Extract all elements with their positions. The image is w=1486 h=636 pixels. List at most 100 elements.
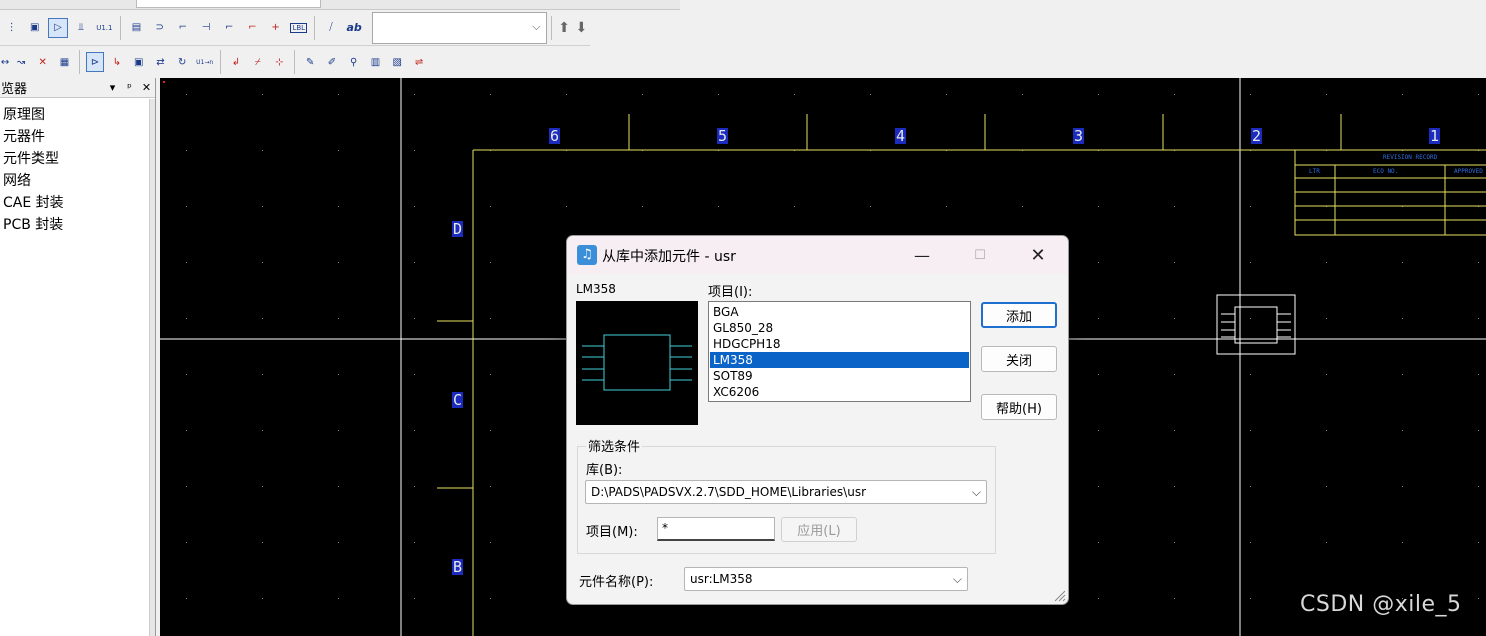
add-button[interactable]: 添加 <box>981 302 1057 328</box>
add-part-icon[interactable]: ⊳ <box>86 52 104 72</box>
select-all-icon[interactable]: ▤ <box>127 18 146 38</box>
library-select[interactable]: D:\PADS\PADSVX.2.7\SDD_HOME\Libraries\us… <box>585 480 987 504</box>
library-select-value: D:\PADS\PADSVX.2.7\SDD_HOME\Libraries\us… <box>591 485 867 499</box>
list-item-sot89[interactable]: SOT89 <box>710 368 969 384</box>
toolbar-separator <box>550 15 552 40</box>
ab-text-icon[interactable]: ab <box>345 18 364 38</box>
u1-label-icon[interactable]: U1.1 <box>95 18 114 38</box>
tree-item-cae-decals[interactable]: CAE 封装 <box>0 192 155 214</box>
part-preview <box>576 301 698 425</box>
revision-col-ltr: LTR <box>1309 168 1320 175</box>
toolbar-separator <box>294 50 296 74</box>
items-label: 项目(I): <box>708 285 753 300</box>
tree-item-part-types[interactable]: 元件类型 <box>0 148 155 170</box>
list-item-xc6206[interactable]: XC6206 <box>710 384 969 400</box>
arrow-up-icon[interactable]: ⬆ <box>556 18 573 38</box>
properties-icon[interactable]: ▦ <box>56 52 74 72</box>
table-icon[interactable]: ▥ <box>367 52 385 72</box>
revision-col-eco: ECO NO. <box>1373 168 1399 175</box>
add-wire-icon[interactable]: ↳ <box>108 52 126 72</box>
u1-label-text: U1.1 <box>96 23 113 32</box>
move-icon[interactable]: ↔ <box>0 52 10 72</box>
u1n-text: U1→n <box>196 58 214 66</box>
delete-icon[interactable]: ✕ <box>34 52 52 72</box>
list-item-bga[interactable]: BGA <box>710 304 969 320</box>
bus-icon[interactable]: ⫫ <box>72 18 91 38</box>
watermark: CSDN @xile_5 <box>1300 592 1462 617</box>
items-list[interactable]: BGA GL850_28 HDGCPH18 LM358 SOT89 XC6206 <box>708 301 971 402</box>
list-item-lm358[interactable]: LM358 <box>710 352 969 368</box>
help-button[interactable]: 帮助(H) <box>981 394 1057 420</box>
apply-button[interactable]: 应用(L) <box>781 517 857 542</box>
chevron-down-icon: ⌵ <box>532 19 541 33</box>
text-icon[interactable]: ⧸ <box>321 18 340 38</box>
origin-marker <box>163 81 165 83</box>
part-name-select[interactable]: usr:LM358 ⌵ <box>684 567 968 591</box>
zone-row-d: D <box>452 220 464 238</box>
zone-column-4: 4 <box>895 127 907 145</box>
layer-combo[interactable]: ⌵ <box>371 11 547 44</box>
library-icon: ♫ <box>577 245 597 265</box>
chevron-down-icon: ⌵ <box>952 572 962 586</box>
list-item-hdgcph18[interactable]: HDGCPH18 <box>710 336 969 352</box>
tree-item-components[interactable]: 元器件 <box>0 126 155 148</box>
top-menu-strip <box>0 0 680 10</box>
pin-icon[interactable]: ᵖ <box>121 81 138 94</box>
gate-icon[interactable]: ▷ <box>48 17 68 38</box>
schematic-toolbar: ⋮ ▣ ▷ ⫫ U1.1 ▤ ⊃ ⌐ ⊣ ⌐ ⌐ + LBL ⧸ ab ⌵ ⬆ … <box>0 10 590 46</box>
connector-icon[interactable]: ⊃ <box>150 18 169 38</box>
lbl-icon[interactable]: LBL <box>289 18 308 38</box>
minimize-icon[interactable]: — <box>905 242 939 268</box>
zone-row-b: B <box>452 558 464 576</box>
add-ground-icon[interactable]: ⊹ <box>271 52 289 72</box>
edit-toolbar: ↔ ↝ ✕ ▦ ⊳ ↳ ▣ ⇄ ↻ U1→n ↲ ⌿ ⊹ ✎ ✐ ⚲ ▥ ▧ ⇌ <box>0 48 430 76</box>
project-browser-title: 览器 <box>1 82 28 97</box>
query-icon[interactable]: ✎ <box>301 52 319 72</box>
revision-col-approved: APPROVED <box>1454 168 1483 175</box>
pin-icon[interactable]: + <box>266 18 285 38</box>
netlabel-icon[interactable]: ⌐ <box>220 18 239 38</box>
item-filter-label: 项目(M): <box>586 525 638 540</box>
add-connector-icon[interactable]: ↲ <box>227 52 245 72</box>
panel-scrollbar[interactable] <box>149 99 155 636</box>
add-power-icon[interactable]: ⌿ <box>249 52 267 72</box>
dialog-titlebar[interactable]: ♫ 从库中添加元件 - usr — ☐ ✕ <box>567 236 1068 274</box>
close-icon[interactable]: ✕ <box>138 81 155 94</box>
power-icon[interactable]: ⌐ <box>243 18 262 38</box>
filter-icon[interactable]: ⚲ <box>345 52 363 72</box>
zone-column-5: 5 <box>717 127 729 145</box>
close-button[interactable]: 关闭 <box>981 346 1057 372</box>
part-name-value: usr:LM358 <box>690 572 753 586</box>
swap-icon[interactable]: ⇄ <box>152 52 170 72</box>
list-item-gl850[interactable]: GL850_28 <box>710 320 969 336</box>
project-browser-header: 览器 ▾ ᵖ ✕ <box>0 78 155 98</box>
component-icon[interactable]: ▣ <box>25 18 44 38</box>
item-filter-input[interactable]: * <box>657 517 775 541</box>
toolbar-separator <box>220 50 222 74</box>
panel-menu-icon[interactable]: ▾ <box>104 81 121 94</box>
zone-column-3: 3 <box>1073 127 1085 145</box>
wire-icon[interactable]: ⌐ <box>173 18 192 38</box>
document-tab[interactable] <box>136 0 321 8</box>
tree-item-nets[interactable]: 网络 <box>0 170 155 192</box>
filter-group-title: 筛选条件 <box>586 436 643 455</box>
rotate-icon[interactable]: ↻ <box>173 52 191 72</box>
tree-item-pcb-decals[interactable]: PCB 封装 <box>0 214 155 236</box>
auto-number-icon[interactable]: U1→n <box>195 52 214 72</box>
bus-entry-icon[interactable]: ⊣ <box>196 18 215 38</box>
modify-icon[interactable]: ✐ <box>323 52 341 72</box>
tree-item-schematic[interactable]: 原理图 <box>0 104 155 126</box>
zone-column-1: 1 <box>1429 127 1441 145</box>
arrow-down-icon[interactable]: ⬇ <box>573 18 590 38</box>
copy-icon[interactable]: ↝ <box>12 52 30 72</box>
add-part-dialog: ♫ 从库中添加元件 - usr — ☐ ✕ LM358 项目(I): BGA G… <box>566 235 1069 605</box>
close-icon[interactable]: ✕ <box>1021 242 1055 268</box>
maximize-icon[interactable]: ☐ <box>963 242 997 268</box>
flip-icon[interactable]: ⇌ <box>410 52 428 72</box>
add-bus-icon[interactable]: ▣ <box>130 52 148 72</box>
part-preview-drawing <box>582 334 692 391</box>
revision-record-title: REVISION RECORD <box>1383 154 1438 161</box>
lbl-text: LBL <box>290 22 308 33</box>
report-icon[interactable]: ▧ <box>388 52 406 72</box>
resize-grip-icon[interactable] <box>1054 590 1066 602</box>
